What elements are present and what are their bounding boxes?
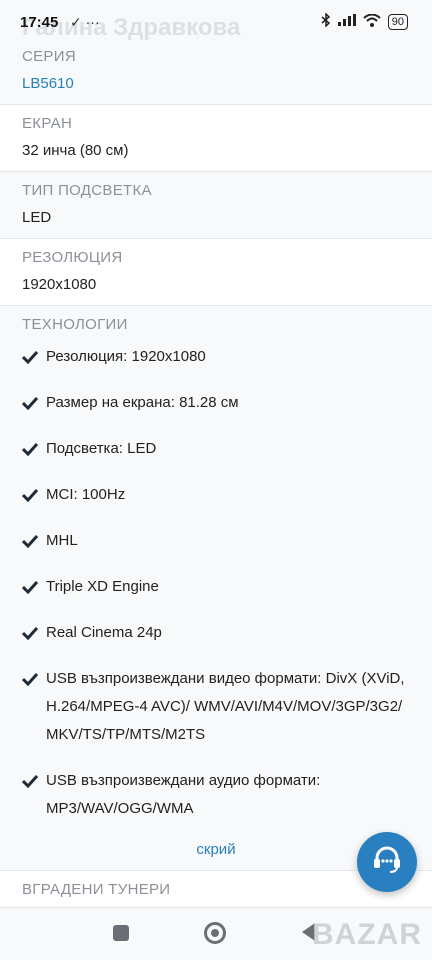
- technology-text: Real Cinema 24p: [46, 624, 162, 641]
- product-specs: СЕРИЯ LB5610 ЕКРАН 32 инча (80 см) ТИП П…: [0, 38, 432, 911]
- spec-series: СЕРИЯ LB5610: [0, 38, 432, 105]
- technology-item: Размер на екрана: 81.28 см: [22, 389, 410, 417]
- headset-icon: [370, 843, 404, 882]
- technology-item: MCI: 100Hz: [22, 481, 410, 509]
- check-icon: [22, 343, 40, 371]
- system-nav-bar: BAZAR: [0, 907, 432, 960]
- technology-text: Подсветка: LED: [46, 440, 157, 457]
- technology-item: Real Cinema 24p: [22, 619, 410, 647]
- technologies-list: Резолюция: 1920x1080 Размер на екрана: 81…: [22, 343, 410, 823]
- recents-button[interactable]: [113, 925, 129, 941]
- check-icon: [22, 619, 40, 647]
- spec-label: ВГРАДЕНИ ТУНЕРИ: [22, 881, 171, 898]
- spec-technologies: ТЕХНОЛОГИИ Резолюция: 1920x1080 Размер на…: [0, 306, 432, 871]
- check-icon: [22, 389, 40, 417]
- check-icon: [22, 527, 40, 555]
- technology-item: USB възпроизвеждани аудио формати: MP3/W…: [22, 767, 410, 823]
- technology-text: MHL: [46, 532, 78, 549]
- more-dots-icon: ···: [85, 14, 100, 30]
- status-bar: Галина Здравкова 17:45 ✓ ··· 90: [0, 0, 432, 44]
- technology-item: Triple XD Engine: [22, 573, 410, 601]
- bluetooth-icon: [321, 12, 331, 30]
- spec-backlight: ТИП ПОДСВЕТКА LED: [0, 172, 432, 239]
- spec-label: ТЕХНОЛОГИИ: [22, 316, 128, 333]
- spec-screen: ЕКРАН 32 инча (80 см): [0, 105, 432, 172]
- spec-value: 32 инча (80 см): [22, 142, 129, 159]
- series-link[interactable]: LB5610: [22, 75, 410, 92]
- technology-text: Размер на екрана: 81.28 см: [46, 394, 239, 411]
- check-notify-icon: ✓: [70, 14, 82, 30]
- spec-resolution: РЕЗОЛЮЦИЯ 1920x1080: [0, 239, 432, 306]
- technology-item: USB възпроизвеждани видео формати: DivX …: [22, 665, 410, 749]
- technology-text: Triple XD Engine: [46, 578, 159, 595]
- wifi-icon: [363, 13, 381, 30]
- hide-button[interactable]: скрий: [22, 841, 410, 858]
- spec-label: ТИП ПОДСВЕТКА: [22, 182, 152, 199]
- check-icon: [22, 767, 40, 795]
- spec-label: РЕЗОЛЮЦИЯ: [22, 249, 123, 266]
- technology-item: Резолюция: 1920x1080: [22, 343, 410, 371]
- signal-icon: [337, 14, 356, 29]
- battery-indicator: 90: [387, 13, 408, 30]
- check-icon: [22, 573, 40, 601]
- status-time: 17:45: [20, 14, 59, 31]
- spec-value: LED: [22, 209, 52, 226]
- notification-icons: ✓ ···: [70, 14, 100, 31]
- spec-label: ЕКРАН: [22, 115, 73, 132]
- system-icons: 90: [321, 12, 408, 30]
- spec-label: СЕРИЯ: [22, 48, 76, 65]
- bazar-watermark: BAZAR: [312, 918, 422, 951]
- spec-value: 1920x1080: [22, 276, 97, 293]
- check-icon: [22, 435, 40, 463]
- check-icon: [22, 481, 40, 509]
- home-button[interactable]: [204, 922, 226, 944]
- technology-text: Резолюция: 1920x1080: [46, 348, 206, 365]
- technology-text: MCI: 100Hz: [46, 486, 126, 503]
- check-icon: [22, 665, 40, 693]
- technology-text: USB възпроизвеждани аудио формати: MP3/W…: [46, 772, 321, 817]
- technology-item: MHL: [22, 527, 410, 555]
- technology-text: USB възпроизвеждани видео формати: DivX …: [46, 670, 405, 743]
- support-chat-button[interactable]: [357, 832, 417, 892]
- technology-item: Подсветка: LED: [22, 435, 410, 463]
